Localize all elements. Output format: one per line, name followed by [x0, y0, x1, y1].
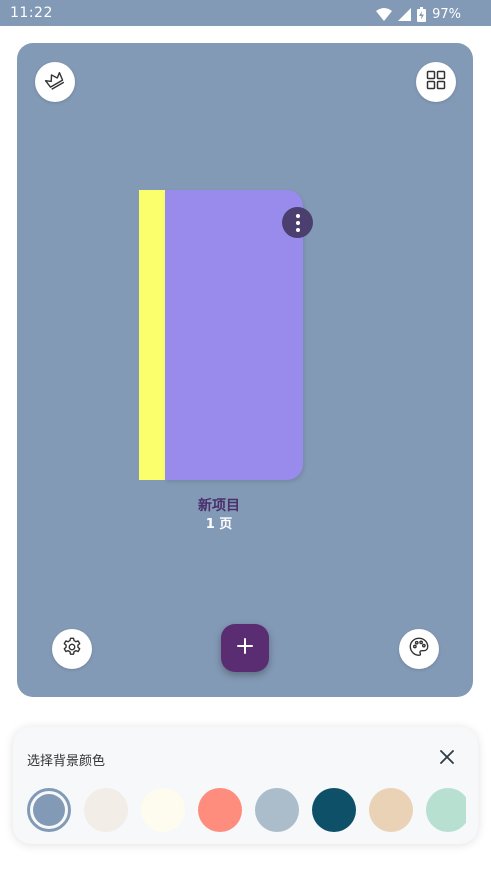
battery-icon — [417, 6, 427, 22]
color-swatch[interactable] — [27, 788, 71, 832]
grid-view-icon — [426, 70, 446, 94]
board-canvas: 新项目 1 页 — [17, 43, 473, 697]
notebook-title[interactable]: 新项目 — [169, 495, 269, 515]
notebook-page-count: 1 页 — [205, 517, 233, 532]
crown-icon — [44, 69, 66, 95]
palette-button[interactable] — [399, 629, 439, 669]
plus-icon — [236, 637, 254, 659]
color-swatch[interactable] — [255, 788, 299, 832]
notebook-cover[interactable] — [165, 190, 313, 480]
color-swatch[interactable] — [426, 788, 466, 832]
color-swatch[interactable] — [369, 788, 413, 832]
settings-icon — [61, 636, 83, 662]
color-swatch[interactable] — [312, 788, 356, 832]
notebook-card[interactable] — [139, 190, 313, 480]
battery-level: 97% — [432, 6, 461, 22]
notebook-spine — [139, 190, 165, 480]
grid-view-button[interactable] — [416, 62, 456, 102]
settings-button[interactable] — [52, 629, 92, 669]
close-icon — [440, 749, 454, 768]
background-color-picker: 选择背景颜色 — [13, 727, 478, 844]
status-time: 11:22 — [10, 5, 53, 21]
crown-button[interactable] — [35, 62, 75, 102]
more-vertical-icon — [295, 213, 300, 232]
color-swatch[interactable] — [84, 788, 128, 832]
notebook-menu-button[interactable] — [282, 207, 313, 238]
status-bar: 11:22 97% — [0, 0, 491, 26]
color-picker-title: 选择背景颜色 — [27, 754, 106, 769]
close-button[interactable] — [435, 746, 459, 770]
palette-icon — [408, 636, 430, 662]
signal-icon — [398, 7, 412, 21]
color-swatch-list — [13, 787, 466, 833]
color-swatch[interactable] — [198, 788, 242, 832]
color-swatch[interactable] — [141, 788, 185, 832]
add-project-button[interactable] — [221, 624, 269, 672]
wifi-icon — [376, 7, 393, 21]
status-indicators: 97% — [376, 5, 461, 23]
